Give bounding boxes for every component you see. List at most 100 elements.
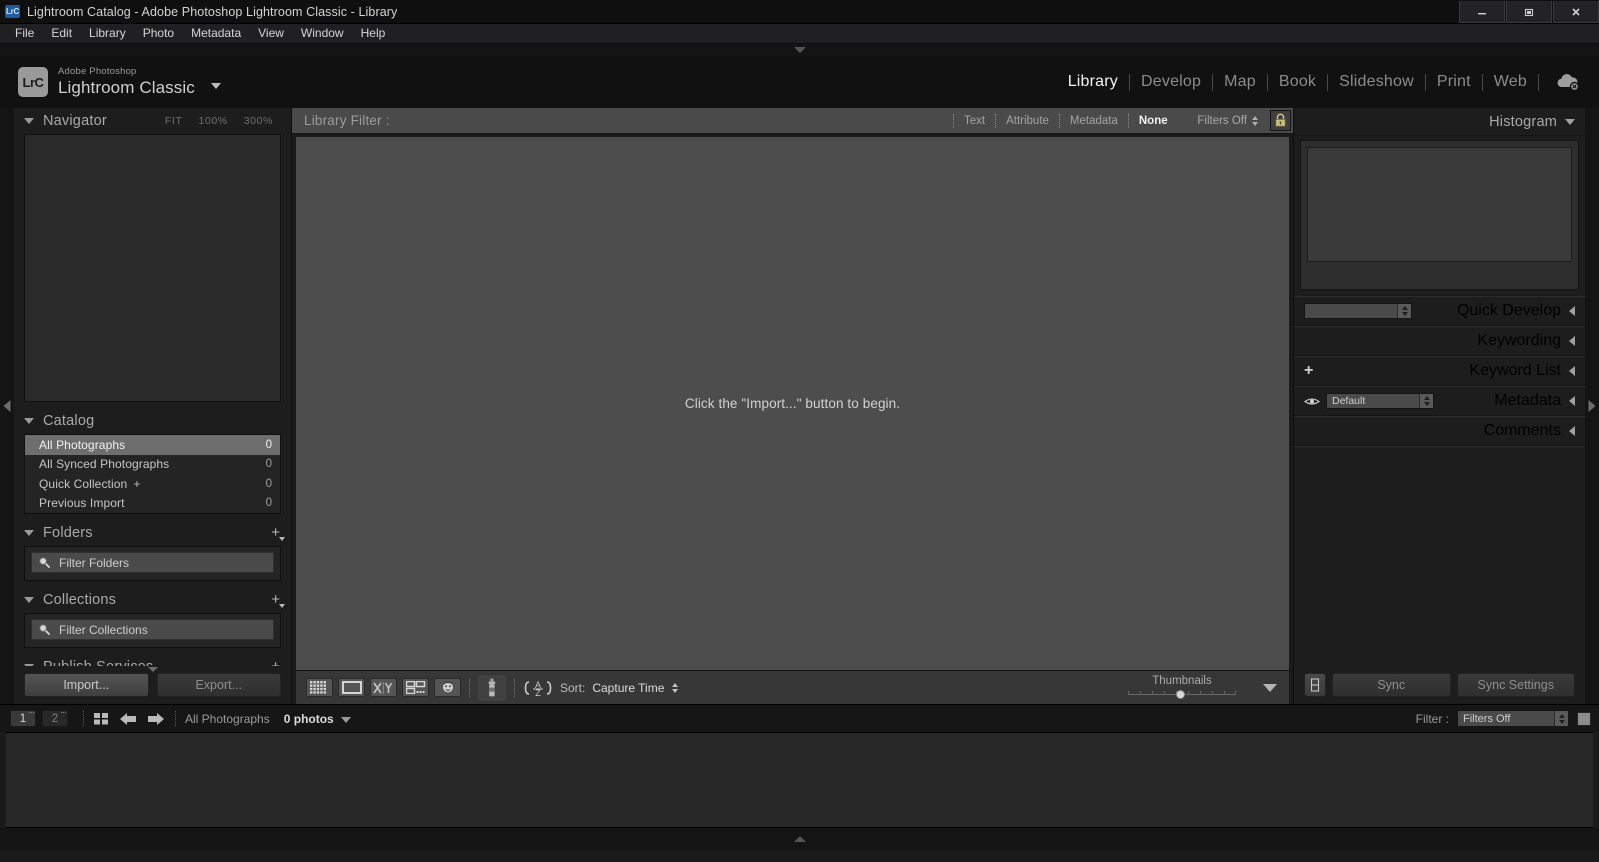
export-button[interactable]: Export...	[157, 673, 282, 697]
sort-stepper-arrows-icon[interactable]	[671, 682, 679, 694]
bottom-panel-toggle[interactable]	[0, 828, 1599, 850]
sync-settings-button[interactable]: Sync Settings	[1457, 673, 1576, 697]
keyword-list-panel-header[interactable]: + Keyword List	[1294, 356, 1585, 386]
add-collection-icon[interactable]: +	[268, 594, 283, 606]
identity-plate[interactable]: Adobe Photoshop Lightroom Classic	[58, 66, 195, 98]
filter-folders-input[interactable]: Filter Folders	[31, 552, 274, 573]
top-panel-toggle[interactable]	[0, 44, 1599, 56]
filmstrip-filter-swatch[interactable]	[1577, 712, 1591, 726]
metadata-preset-dropdown[interactable]: Default	[1326, 393, 1434, 409]
grid-view-icon[interactable]	[306, 678, 333, 697]
filter-tab-attribute[interactable]: Attribute	[997, 115, 1058, 127]
cloud-off-icon[interactable]	[1555, 72, 1581, 92]
disclosure-triangle-icon[interactable]	[24, 418, 34, 424]
spray-can-icon[interactable]	[478, 675, 506, 701]
arrow-left-icon[interactable]	[118, 711, 140, 727]
loupe-view-icon[interactable]	[338, 678, 365, 697]
catalog-row-all-photographs[interactable]: All Photographs 0	[25, 435, 280, 455]
chevron-down-icon[interactable]	[1263, 684, 1277, 692]
disclosure-triangle-icon[interactable]	[24, 530, 34, 536]
module-print[interactable]: Print	[1426, 73, 1482, 91]
add-folder-icon[interactable]: +	[268, 527, 283, 539]
filter-tab-text[interactable]: Text	[955, 115, 994, 127]
catalog-row-previous-import[interactable]: Previous Import 0	[25, 494, 280, 514]
left-panel-collapse-toggle[interactable]	[0, 108, 14, 704]
module-slideshow[interactable]: Slideshow	[1328, 73, 1425, 91]
sync-button[interactable]: Sync	[1332, 673, 1451, 697]
page-button-1[interactable]: 1	[10, 710, 36, 727]
folders-panel-header[interactable]: Folders +	[14, 520, 291, 546]
filter-tab-none[interactable]: None	[1130, 115, 1177, 127]
compare-view-icon[interactable]	[370, 678, 397, 697]
thumbnail-size-slider[interactable]	[1128, 689, 1236, 701]
plus-icon[interactable]: +	[1304, 365, 1313, 377]
module-library[interactable]: Library	[1057, 73, 1129, 91]
filter-collections-input[interactable]: Filter Collections	[31, 619, 274, 640]
quick-collection-plus-icon[interactable]: +	[133, 477, 265, 491]
disclosure-triangle-icon[interactable]	[1569, 366, 1575, 376]
navigator-panel-header[interactable]: Navigator FIT 100% 300%	[14, 108, 291, 134]
chevron-down-icon[interactable]	[341, 717, 351, 723]
import-button[interactable]: Import...	[24, 673, 149, 697]
keywording-panel-header[interactable]: Keywording	[1294, 326, 1585, 356]
menu-edit[interactable]: Edit	[43, 24, 80, 43]
filmstrip[interactable]	[6, 732, 1593, 828]
catalog-row-quick-collection[interactable]: Quick Collection + 0	[25, 474, 280, 494]
module-develop[interactable]: Develop	[1130, 73, 1212, 91]
collections-panel-header[interactable]: Collections +	[14, 587, 291, 613]
zoom-fit[interactable]: FIT	[165, 115, 183, 127]
publish-services-panel-header[interactable]: Publish Services +	[14, 654, 291, 666]
zoom-100[interactable]: 100%	[198, 115, 227, 127]
eye-icon[interactable]	[1304, 396, 1320, 407]
sync-toggle-icon[interactable]	[1304, 673, 1326, 697]
filters-off-dropdown[interactable]: Filters Off	[1197, 115, 1259, 127]
preset-dropdown[interactable]	[1304, 303, 1412, 319]
disclosure-triangle-icon[interactable]	[24, 597, 34, 603]
metadata-panel-header[interactable]: Default Metadata	[1294, 386, 1585, 416]
quick-develop-panel-header[interactable]: Quick Develop	[1294, 296, 1585, 326]
arrow-right-icon[interactable]	[144, 711, 166, 727]
grid-icon[interactable]	[93, 711, 110, 726]
restore-button[interactable]	[1506, 1, 1552, 23]
stepper-arrows-icon[interactable]	[1397, 304, 1411, 318]
sort-az-icon[interactable]: A Z	[523, 678, 553, 698]
right-panel-collapse-toggle[interactable]	[1585, 108, 1599, 704]
zoom-300[interactable]: 300%	[244, 115, 273, 127]
disclosure-triangle-icon[interactable]	[24, 118, 34, 124]
catalog-row-all-synced-photographs[interactable]: All Synced Photographs 0	[25, 455, 280, 475]
page-button-2[interactable]: 2	[42, 710, 68, 727]
identity-chevron-down-icon[interactable]	[211, 83, 221, 89]
disclosure-triangle-icon[interactable]	[1569, 306, 1575, 316]
histogram-panel-header[interactable]: Histogram	[1294, 108, 1585, 136]
module-web[interactable]: Web	[1483, 73, 1538, 91]
module-book[interactable]: Book	[1268, 73, 1327, 91]
stepper-arrows-icon[interactable]	[1554, 711, 1568, 726]
grid-view-empty[interactable]: Click the "Import..." button to begin.	[296, 137, 1289, 670]
menu-help[interactable]: Help	[353, 24, 394, 43]
minimize-button[interactable]	[1459, 1, 1505, 23]
disclosure-triangle-icon[interactable]	[1569, 336, 1575, 346]
panel-resize-handle-icon[interactable]	[148, 667, 158, 672]
catalog-panel-header[interactable]: Catalog	[14, 408, 291, 434]
module-map[interactable]: Map	[1213, 73, 1267, 91]
menu-file[interactable]: File	[7, 24, 42, 43]
filter-lock-button[interactable]	[1270, 110, 1291, 131]
disclosure-triangle-icon[interactable]	[1565, 119, 1575, 125]
menu-window[interactable]: Window	[293, 24, 352, 43]
comments-panel-header[interactable]: Comments	[1294, 416, 1585, 446]
menu-metadata[interactable]: Metadata	[183, 24, 249, 43]
slider-knob[interactable]	[1176, 690, 1185, 699]
filter-tab-metadata[interactable]: Metadata	[1061, 115, 1127, 127]
menu-view[interactable]: View	[250, 24, 292, 43]
quick-develop-preset-stepper[interactable]	[1304, 303, 1412, 319]
disclosure-triangle-icon[interactable]	[1569, 426, 1575, 436]
filmstrip-filter-dropdown[interactable]: Filters Off	[1457, 710, 1569, 727]
menu-photo[interactable]: Photo	[135, 24, 182, 43]
survey-view-icon[interactable]	[402, 678, 429, 697]
stepper-arrows-icon[interactable]	[1419, 394, 1433, 408]
people-view-icon[interactable]	[434, 678, 461, 697]
close-button[interactable]	[1553, 1, 1599, 23]
disclosure-triangle-icon[interactable]	[1569, 396, 1575, 406]
sort-value[interactable]: Capture Time	[592, 681, 664, 695]
filmstrip-source-label[interactable]: All Photographs	[185, 712, 270, 726]
